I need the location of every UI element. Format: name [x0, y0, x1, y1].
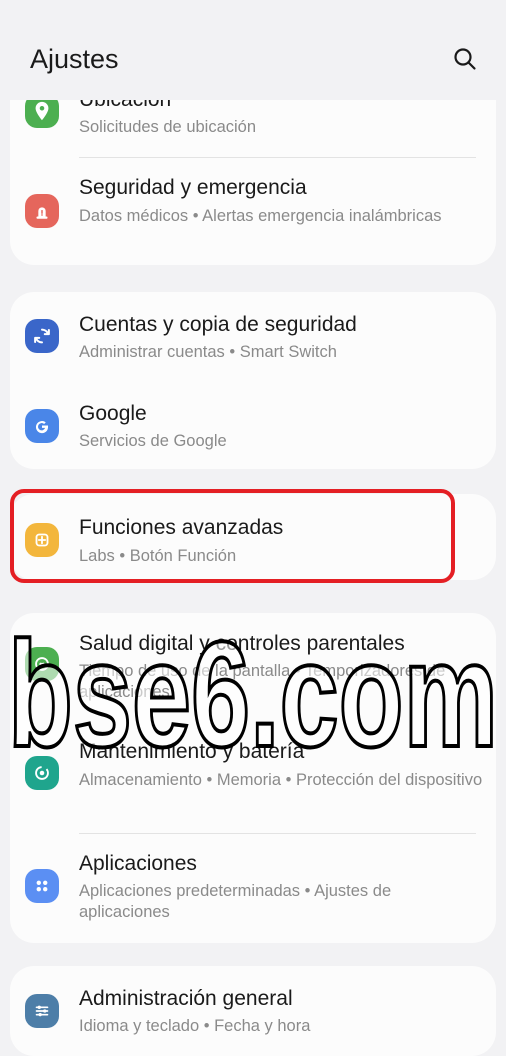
apps-grid-icon [25, 869, 59, 903]
settings-item-title: Google [79, 402, 147, 425]
divider [79, 833, 476, 834]
settings-item-title: Mantenimiento y batería [79, 740, 305, 763]
settings-item-subtitle: Servicios de Google [79, 432, 227, 450]
highlight-box [10, 489, 455, 583]
settings-item-title: Salud digital y controles parentales [79, 632, 405, 655]
emergency-icon [25, 194, 59, 228]
search-icon [454, 48, 476, 70]
page-title: Ajustes [30, 44, 119, 74]
settings-item-administracion-general[interactable]: Administración general Idioma y teclado … [10, 966, 496, 1056]
settings-item-google[interactable]: Google Servicios de Google [10, 380, 496, 469]
settings-item-salud-digital[interactable]: Salud digital y controles parentales Tie… [10, 613, 496, 713]
sliders-icon [25, 994, 59, 1028]
settings-group-2: Cuentas y copia de seguridad Administrar… [10, 292, 496, 469]
settings-group-4: Salud digital y controles parentales Tie… [10, 613, 496, 943]
settings-item-cuentas[interactable]: Cuentas y copia de seguridad Administrar… [10, 292, 496, 380]
settings-item-subtitle: Idioma y teclado • Fecha y hora [79, 1017, 311, 1035]
settings-item-subtitle: Administrar cuentas • Smart Switch [79, 343, 337, 361]
digital-wellbeing-icon [25, 647, 59, 681]
settings-item-subtitle: Tiempo de uso de la pantalla • Temporiza… [79, 662, 446, 701]
settings-item-title: Aplicaciones [79, 852, 197, 875]
device-care-icon [25, 756, 59, 790]
settings-group-5: Administración general Idioma y teclado … [10, 966, 496, 1056]
sync-icon [25, 319, 59, 353]
settings-item-subtitle: Datos médicos • Alertas emergencia inalá… [79, 207, 442, 225]
google-g-icon [25, 409, 59, 443]
settings-item-seguridad-emergencia[interactable]: Seguridad y emergencia Datos médicos • A… [10, 158, 496, 265]
settings-item-mantenimiento-bateria[interactable]: Mantenimiento y batería Almacenamiento •… [10, 728, 496, 824]
search-button[interactable] [450, 44, 480, 74]
settings-item-aplicaciones[interactable]: Aplicaciones Aplicaciones predeterminada… [10, 838, 496, 943]
settings-item-subtitle: Solicitudes de ubicación [79, 118, 257, 136]
settings-item-title: Seguridad y emergencia [79, 176, 307, 199]
app-bar: Ajustes [0, 0, 506, 100]
settings-item-title: Administración general [79, 987, 293, 1010]
settings-item-title: Cuentas y copia de seguridad [79, 313, 357, 336]
settings-item-subtitle: Aplicaciones predeterminadas • Ajustes d… [79, 882, 392, 921]
settings-item-subtitle: Almacenamiento • Memoria • Protección de… [79, 771, 483, 789]
